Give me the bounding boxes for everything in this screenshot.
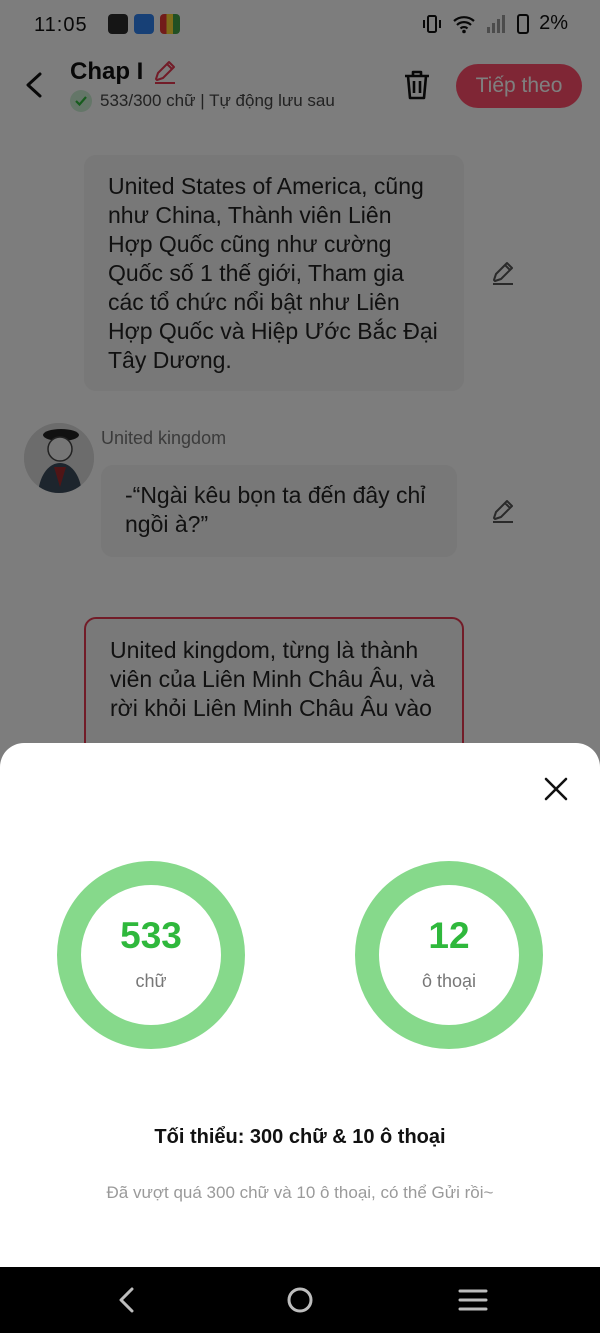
minimum-requirement: Tối thiểu: 300 chữ & 10 ô thoại (154, 1126, 446, 1148)
close-icon[interactable] (541, 774, 571, 804)
dialogue-count-ring: 12 ô thoại (355, 861, 543, 1049)
nav-back-icon[interactable] (113, 1285, 143, 1315)
system-nav-bar (0, 1267, 600, 1333)
nav-home-icon[interactable] (285, 1285, 315, 1315)
word-count-ring: 533 chữ (57, 861, 245, 1049)
word-count-value: 533 (120, 915, 182, 956)
word-count-label: chữ (135, 971, 167, 991)
stats-bottom-sheet: 533 chữ 12 ô thoại Tối thiểu: 300 chữ & … (0, 743, 600, 1268)
dialogue-count-label: ô thoại (421, 971, 477, 991)
dialogue-count-value: 12 (428, 915, 470, 956)
exceeded-message: Đã vượt quá 300 chữ và 10 ô thoại, có th… (106, 1183, 494, 1202)
nav-menu-icon[interactable] (458, 1285, 488, 1315)
